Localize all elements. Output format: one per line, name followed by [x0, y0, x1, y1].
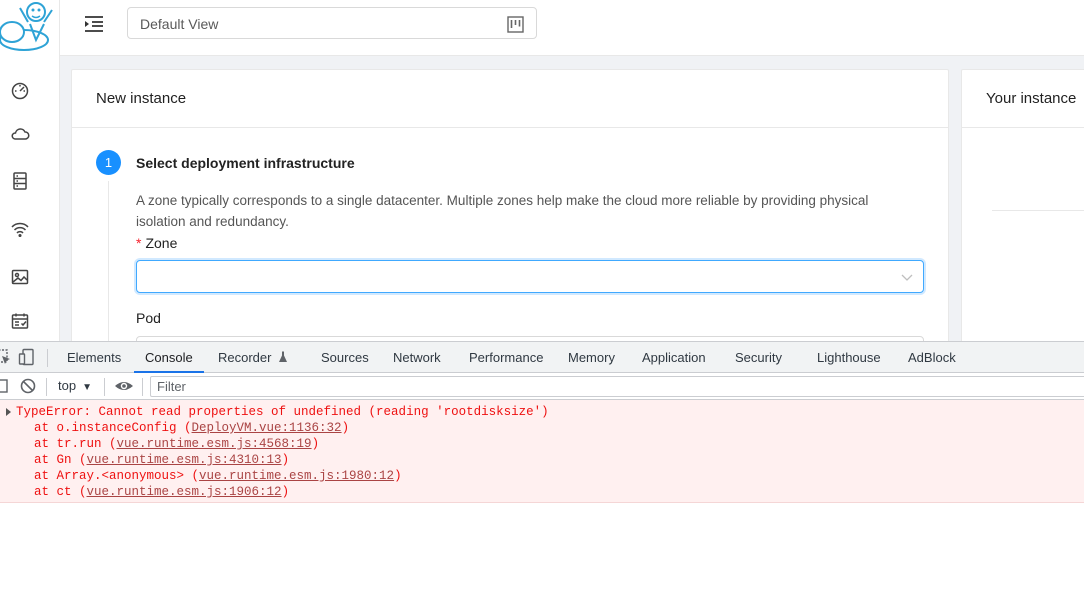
flask-icon: [279, 351, 288, 362]
tab-performance[interactable]: Performance: [469, 342, 543, 373]
console-error-message: TypeError: Cannot read properties of und…: [0, 400, 1084, 503]
stack-frame: at tr.run (vue.runtime.esm.js:4568:19): [34, 437, 320, 451]
context-select[interactable]: top ▼: [58, 378, 92, 393]
sidebar-item-storage[interactable]: [8, 169, 32, 193]
sidebar-item-network[interactable]: [8, 217, 32, 241]
context-value: top: [58, 378, 77, 393]
console-toolbar: top ▼: [0, 373, 1084, 400]
tab-lighthouse[interactable]: Lighthouse: [817, 342, 881, 373]
your-instance-title: Your instance: [986, 90, 1077, 107]
your-instance-card: Your instance: [961, 69, 1084, 341]
tab-recorder-label: Recorder: [218, 350, 272, 365]
image-icon: [11, 269, 29, 285]
zone-label-text: Zone: [145, 235, 178, 251]
source-link[interactable]: vue.runtime.esm.js:1980:12: [199, 469, 394, 483]
caret-down-icon: ▼: [82, 382, 92, 393]
dashboard-icon: [11, 82, 29, 100]
new-instance-card-header: New instance: [72, 70, 948, 128]
storage-icon: [13, 172, 27, 190]
sidebar-item-images[interactable]: [8, 265, 32, 289]
logo[interactable]: [0, 0, 60, 56]
new-instance-title: New instance: [96, 90, 187, 107]
sidebar-toggle-icon[interactable]: [0, 377, 12, 395]
step-number-badge: 1: [96, 150, 121, 175]
tab-application[interactable]: Application: [642, 342, 706, 373]
network-icon: [11, 222, 29, 238]
project-view-value: Default View: [140, 16, 219, 32]
source-link[interactable]: DeployVM.vue:1136:32: [192, 421, 342, 435]
toolbar-divider: [47, 349, 48, 367]
sidebar-item-events[interactable]: [8, 309, 32, 333]
tab-memory[interactable]: Memory: [568, 342, 615, 373]
tab-network[interactable]: Network: [393, 342, 441, 373]
tab-console[interactable]: Console: [134, 342, 204, 373]
zone-select[interactable]: [136, 260, 924, 293]
source-link[interactable]: vue.runtime.esm.js:4568:19: [117, 437, 312, 451]
expand-triangle-icon[interactable]: [6, 408, 11, 416]
your-instance-card-header: Your instance: [962, 70, 1084, 128]
clear-console-icon[interactable]: [19, 377, 37, 395]
step-connector-line: [108, 181, 109, 341]
toolbar-divider: [142, 378, 143, 396]
error-message-text: TypeError: Cannot read properties of und…: [16, 405, 549, 419]
stack-frame: at Gn (vue.runtime.esm.js:4310:13): [34, 453, 290, 467]
menu-collapse-button[interactable]: [82, 12, 106, 36]
tab-adblock[interactable]: AdBlock: [908, 342, 956, 373]
logo-icon: [0, 2, 53, 51]
stack-frame: at o.instanceConfig (DeployVM.vue:1136:3…: [34, 421, 350, 435]
pod-label: Pod: [136, 310, 161, 326]
sidebar-item-dashboard[interactable]: [8, 78, 32, 102]
console-filter-input[interactable]: [150, 376, 1084, 397]
stack-frame: at Array.<anonymous> (vue.runtime.esm.js…: [34, 469, 402, 483]
chevron-down-icon: [901, 274, 913, 281]
tab-security[interactable]: Security: [735, 342, 782, 373]
tab-recorder[interactable]: Recorder: [218, 342, 288, 373]
new-instance-card: New instance 1 Select deployment infrast…: [71, 69, 949, 341]
inspect-element-icon[interactable]: [0, 348, 12, 366]
sidebar-item-compute[interactable]: [8, 122, 32, 146]
device-toolbar-icon[interactable]: [18, 348, 36, 366]
eye-icon[interactable]: [114, 377, 134, 395]
stack-frame: at ct (vue.runtime.esm.js:1906:12): [34, 485, 290, 499]
step-description: A zone typically corresponds to a single…: [136, 193, 869, 229]
menu-fold-icon: [85, 16, 103, 32]
divider: [992, 210, 1084, 211]
events-icon: [11, 313, 29, 329]
toolbar-divider: [104, 378, 105, 396]
source-link[interactable]: vue.runtime.esm.js:1906:12: [87, 485, 282, 499]
required-mark: *: [136, 235, 142, 251]
source-link[interactable]: vue.runtime.esm.js:4310:13: [87, 453, 282, 467]
cloud-icon: [11, 128, 30, 140]
app-area: Default View New instance 1 Select deplo…: [0, 0, 1084, 341]
app-root: Default View New instance 1 Select deplo…: [0, 0, 1084, 589]
zone-label: * Zone: [136, 235, 177, 251]
top-header: Default View: [60, 0, 1084, 56]
sidebar: [0, 0, 60, 341]
project-view-select[interactable]: Default View: [127, 7, 537, 39]
step-title: Select deployment infrastructure: [136, 155, 355, 171]
project-icon: [507, 16, 524, 33]
tab-elements[interactable]: Elements: [67, 342, 121, 373]
tab-sources[interactable]: Sources: [321, 342, 369, 373]
toolbar-divider: [46, 378, 47, 396]
devtools-panel: Elements Console Recorder Sources Networ…: [0, 341, 1084, 589]
devtools-tab-bar: Elements Console Recorder Sources Networ…: [0, 341, 1084, 373]
